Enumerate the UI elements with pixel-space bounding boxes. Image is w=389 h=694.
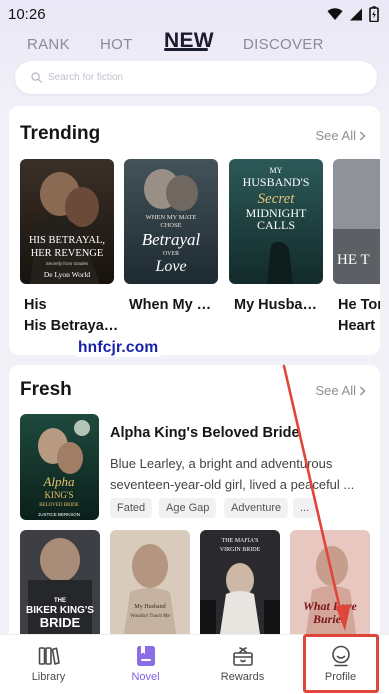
book-cover-my-husband-wouldnt[interactable]: My Husband Wouldn't Touch Me — [110, 530, 190, 634]
book-cover-biker-king[interactable]: THE BIKER KING'S BRIDE — [20, 530, 100, 634]
bottom-navigation: Library Novel Rewards Profile — [0, 634, 389, 694]
search-input[interactable] — [48, 72, 328, 83]
see-all-label: See All — [315, 128, 356, 143]
cover-text-line: Wouldn't Touch Me — [130, 614, 170, 619]
nav-label-library: Library — [31, 671, 66, 683]
book-cover-alpha-king[interactable]: Alpha KING'S BELOVED BRIDE JUSTICE BERKS… — [20, 414, 99, 520]
nav-label-rewards: Rewards — [220, 671, 265, 683]
status-icons — [327, 6, 379, 22]
tab-hot[interactable]: HOT — [100, 36, 133, 53]
nav-profile[interactable]: Profile — [292, 635, 389, 694]
cover-text-line: HIS BETRAYAL, — [29, 235, 105, 246]
cover-text-line: Alpha — [42, 474, 75, 489]
tag-adventure[interactable]: Adventure — [224, 498, 289, 518]
featured-book-description[interactable]: Blue Learley, a bright and adventurous s… — [110, 453, 372, 495]
cover-text-line: CALLS — [257, 218, 295, 232]
book-title-2[interactable]: When My Mate Cho... — [129, 295, 222, 316]
featured-book-title[interactable]: Alpha King's Beloved Bride — [110, 425, 300, 441]
chevron-right-icon — [360, 131, 366, 140]
description-line: Blue Learley, a bright and adventurous — [110, 456, 333, 471]
profile-icon — [331, 645, 350, 667]
book-cover-his-betrayal[interactable]: HIS BETRAYAL, HER REVENGE Secretly from … — [20, 159, 114, 284]
cover-text-line: My Husband — [134, 604, 165, 610]
cover-text-line: HE T — [337, 252, 370, 268]
book-cover-when-my-mate[interactable]: WHEN MY MATE CHOSE Betrayal OVER Love — [124, 159, 218, 284]
status-time: 10:26 — [8, 5, 46, 23]
cover-text-line: HER REVENGE — [31, 248, 104, 259]
tab-discover[interactable]: DISCOVER — [243, 36, 324, 53]
book-cover-mafias-virgin-bride[interactable]: THE MAFIA'S VIRGIN BRIDE — [200, 530, 280, 634]
nav-label-novel: Novel — [131, 671, 160, 683]
watermark-text: hnfcjr.com — [75, 339, 162, 357]
cover-text-line: VIRGIN BRIDE — [220, 547, 261, 553]
cover-text-line: De Lyon World — [44, 270, 91, 279]
cover-text-line: BRIDE — [40, 615, 81, 630]
wifi-icon — [327, 7, 343, 20]
cover-text-line: MY — [270, 166, 283, 175]
top-tab-bar: RANK HOT NEW DISCOVER — [0, 28, 389, 58]
cover-text-line: Secret — [258, 191, 296, 207]
cover-text-line: HUSBAND'S — [243, 175, 310, 189]
cover-text-line: THE MAFIA'S — [222, 538, 259, 544]
cover-text-line: Buried — [312, 612, 348, 626]
cover-text-line: THE — [54, 598, 66, 604]
cover-text-line: CHOSE — [160, 222, 181, 229]
cover-text-line: OVER — [163, 251, 179, 257]
book-title-1-line1[interactable]: His — [24, 295, 119, 316]
nav-label-profile: Profile — [324, 671, 357, 683]
book-cover-my-husbands-secret[interactable]: MY HUSBAND'S Secret MIDNIGHT CALLS — [229, 159, 323, 284]
trending-see-all-button[interactable]: See All — [316, 128, 366, 143]
novel-icon — [136, 646, 155, 666]
fresh-title: Fresh — [20, 379, 72, 400]
trending-section: Trending See All HIS BETRAYAL, HER REVEN… — [9, 106, 380, 355]
cover-text-line: What Love — [303, 599, 357, 613]
tab-rank[interactable]: RANK — [27, 36, 70, 53]
tag-age-gap[interactable]: Age Gap — [159, 498, 217, 518]
nav-rewards[interactable]: Rewards — [194, 635, 291, 694]
cover-text-line: Love — [154, 258, 186, 275]
nav-library[interactable]: Library — [0, 635, 97, 694]
library-icon — [38, 647, 60, 665]
book-cover-he-tore[interactable]: HE T — [333, 159, 380, 284]
cover-text-line: Secretly from Grades — [46, 261, 89, 266]
see-all-label: See All — [315, 383, 356, 398]
fresh-section: Fresh See All Alpha KING'S BELOVED BRIDE… — [9, 365, 380, 634]
search-icon — [31, 72, 42, 83]
search-bar[interactable] — [15, 61, 377, 94]
book-cover-what-love-buried[interactable]: What Love Buried — [290, 530, 370, 634]
cover-text-line: KING'S — [44, 490, 73, 500]
status-bar: 10:26 — [0, 0, 389, 28]
book-title-3[interactable]: My Husband's... — [234, 295, 324, 316]
description-line: seventeen-year-old girl, lived a peacefu… — [110, 477, 355, 492]
rewards-icon — [232, 647, 253, 666]
cover-text-line: JUSTICE BERKSON — [38, 512, 80, 517]
fresh-see-all-button[interactable]: See All — [316, 383, 366, 398]
nav-novel[interactable]: Novel — [97, 635, 194, 694]
book-title-4-line2[interactable]: Heart — [338, 316, 380, 337]
cover-text-line: BELOVED BRIDE — [39, 503, 79, 508]
cover-text-line: Betrayal — [142, 230, 201, 249]
battery-icon — [369, 6, 379, 22]
book-title-1[interactable]: His Betrayal, ... — [24, 316, 119, 337]
tag-fated[interactable]: Fated — [110, 498, 153, 518]
active-tab-indicator — [164, 48, 208, 51]
signal-icon — [350, 8, 362, 20]
tag-more[interactable]: ... — [293, 498, 317, 518]
trending-title: Trending — [20, 123, 101, 144]
book-title-4[interactable]: He Tor... — [338, 295, 380, 316]
cover-text-line: WHEN MY MATE — [146, 214, 197, 221]
chevron-right-icon — [360, 386, 366, 395]
